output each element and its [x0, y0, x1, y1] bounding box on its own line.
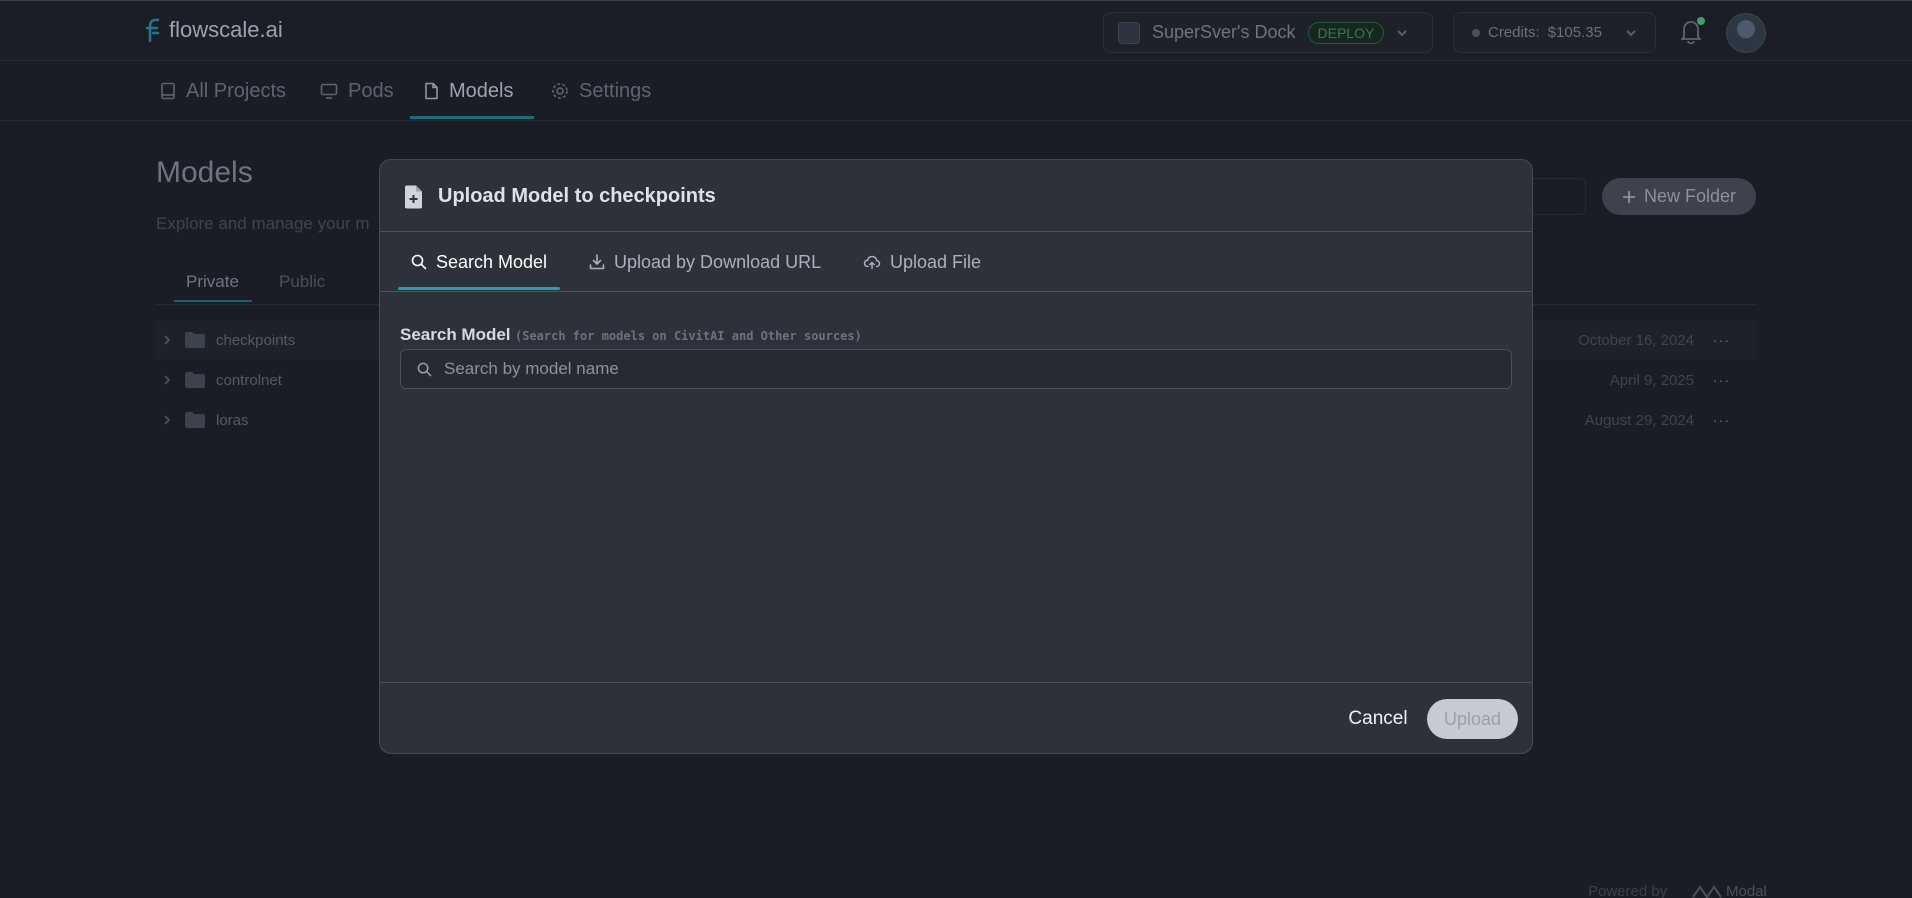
- deploy-badge[interactable]: DEPLOY: [1307, 21, 1385, 44]
- nav-label: Pods: [348, 79, 394, 102]
- page-subtitle: Explore and manage your m: [156, 214, 370, 233]
- powered-by-brand[interactable]: Modal: [1692, 883, 1767, 898]
- credits-value: $105.35: [1547, 24, 1602, 41]
- tab-active-indicator: [398, 287, 560, 290]
- nav-active-indicator: [410, 116, 534, 119]
- folder-name: loras: [216, 411, 249, 429]
- chevron-down-icon[interactable]: [1625, 29, 1637, 37]
- tab-active-indicator: [174, 300, 252, 302]
- folder-icon: [184, 331, 206, 349]
- new-folder-label: New Folder: [1643, 186, 1737, 206]
- project-avatar: [1118, 21, 1140, 44]
- top-bar: flowscale.ai SuperSver's Dock DEPLOY Cre…: [0, 0, 1912, 61]
- page-title: Models: [156, 156, 253, 189]
- notification-dot: [1697, 17, 1705, 25]
- dialog-footer: Cancel Upload: [380, 682, 1532, 753]
- modal-logo-icon: [1692, 884, 1722, 898]
- tab-label: Upload File: [890, 251, 982, 272]
- dialog-header: Upload Model to checkpoints: [380, 160, 1532, 232]
- nav-label: Settings: [579, 79, 652, 102]
- project-name: SuperSver's Dock: [1152, 22, 1296, 42]
- folder-name: checkpoints: [216, 331, 296, 349]
- nav-label: Models: [449, 79, 514, 102]
- credits-status-dot: [1472, 28, 1480, 37]
- more-options-icon[interactable]: ···: [1713, 372, 1730, 388]
- nav-item-all-projects[interactable]: All Projects: [160, 61, 286, 121]
- project-selector[interactable]: SuperSver's Dock DEPLOY: [1103, 12, 1433, 53]
- chevron-right-icon[interactable]: [162, 334, 172, 346]
- logo-text: flowscale.ai: [169, 17, 283, 42]
- folder-name: controlnet: [216, 371, 282, 389]
- nav-item-models[interactable]: Models: [424, 61, 513, 121]
- cancel-button[interactable]: Cancel: [1338, 699, 1418, 739]
- download-icon: [589, 254, 605, 270]
- search-icon: [411, 254, 427, 270]
- tab-private[interactable]: Private: [186, 272, 239, 292]
- nav-item-settings[interactable]: Settings: [551, 61, 651, 121]
- cloud-upload-icon: [863, 254, 881, 270]
- dialog-tabs: Search Model Upload by Download URL Uplo…: [380, 232, 1532, 292]
- search-icon: [417, 362, 432, 377]
- folder-icon: [184, 411, 206, 429]
- dialog-title: Upload Model to checkpoints: [438, 185, 716, 207]
- logo[interactable]: flowscale.ai: [145, 17, 283, 43]
- tab-public[interactable]: Public: [279, 272, 325, 292]
- search-model-hint: (Search for models on CivitAI and Other …: [515, 329, 862, 343]
- file-icon: [424, 82, 439, 100]
- more-options-icon[interactable]: ···: [1713, 412, 1730, 428]
- folder-date: April 9, 2025: [1609, 371, 1694, 389]
- chevron-down-icon[interactable]: [1396, 29, 1408, 37]
- nav-label: All Projects: [186, 79, 287, 102]
- powered-by-label: Powered by: [1588, 883, 1668, 898]
- monitor-icon: [320, 83, 338, 99]
- search-input[interactable]: [444, 359, 1484, 379]
- upload-button[interactable]: Upload: [1427, 699, 1518, 739]
- file-plus-icon: [403, 185, 423, 209]
- folder-icon: [184, 371, 206, 389]
- tab-search-model[interactable]: Search Model: [411, 232, 547, 292]
- plus-icon: [1622, 190, 1636, 204]
- tab-label: Upload by Download URL: [614, 251, 822, 272]
- search-model-label: Search Model: [400, 325, 511, 344]
- flowscale-logo-icon: [145, 17, 161, 43]
- credits-label: Credits:: [1488, 24, 1540, 41]
- chevron-right-icon[interactable]: [162, 414, 172, 426]
- powered-by-brand-label: Modal: [1726, 883, 1767, 898]
- book-icon: [160, 82, 176, 100]
- tab-upload-by-url[interactable]: Upload by Download URL: [589, 232, 821, 292]
- credits-selector[interactable]: Credits: $105.35: [1453, 12, 1656, 53]
- tab-upload-file[interactable]: Upload File: [863, 232, 981, 292]
- folder-date: October 16, 2024: [1578, 331, 1694, 349]
- folder-date: August 29, 2024: [1584, 411, 1694, 429]
- more-options-icon[interactable]: ···: [1713, 332, 1730, 348]
- search-field[interactable]: [400, 349, 1512, 389]
- gear-icon: [551, 82, 569, 100]
- main-nav: All Projects Pods Models Settings: [0, 61, 1912, 121]
- new-folder-button[interactable]: New Folder: [1602, 178, 1756, 215]
- tab-label: Search Model: [436, 251, 548, 272]
- chevron-right-icon[interactable]: [162, 374, 172, 386]
- nav-item-pods[interactable]: Pods: [320, 61, 394, 121]
- avatar[interactable]: [1726, 13, 1766, 53]
- upload-model-dialog: Upload Model to checkpoints Search Model…: [379, 159, 1533, 754]
